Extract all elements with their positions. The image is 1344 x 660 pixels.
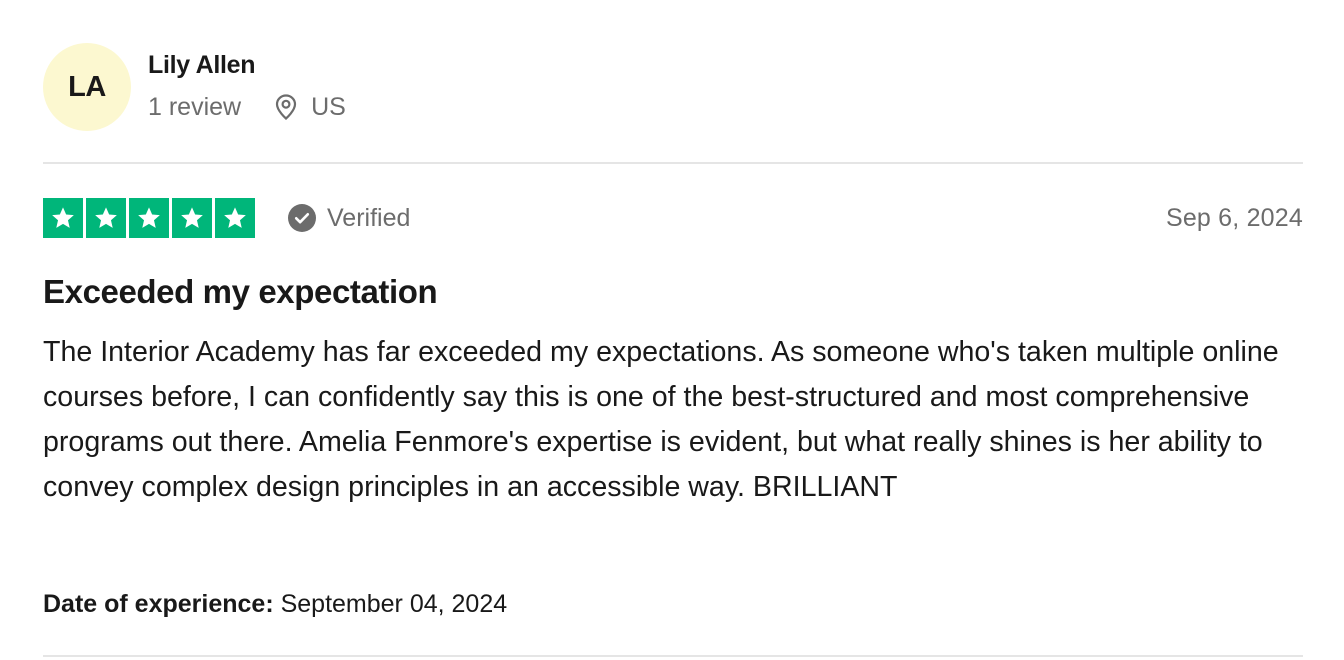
consumer-meta: 1 review US [148, 92, 346, 122]
consumer-name[interactable]: Lily Allen [148, 50, 346, 80]
review-title[interactable]: Exceeded my expectation [43, 272, 438, 312]
star-icon [43, 198, 83, 238]
star-icon [129, 198, 169, 238]
star-icon [172, 198, 212, 238]
review-date: Sep 6, 2024 [1165, 203, 1303, 232]
date-of-experience: Date of experience: September 04, 2024 [43, 588, 507, 620]
consumer-location: US [273, 92, 346, 122]
consumer-header: LA Lily Allen 1 review US [43, 43, 346, 131]
review-count: 1 review [148, 92, 242, 121]
avatar[interactable]: LA [43, 43, 131, 131]
location-label: US [311, 92, 346, 121]
star-icon [215, 198, 255, 238]
consumer-info: Lily Allen 1 review US [148, 43, 346, 131]
divider [43, 162, 1303, 164]
experience-date: September 04, 2024 [280, 590, 508, 618]
divider [43, 655, 1303, 657]
rating-row: Verified Sep 6, 2024 [43, 198, 1303, 238]
experience-label: Date of experience: [43, 590, 274, 618]
avatar-initials: LA [68, 70, 106, 103]
verified-badge[interactable]: Verified [288, 204, 410, 233]
review-text: The Interior Academy has far exceeded my… [43, 336, 1279, 503]
review-card: LA Lily Allen 1 review US Verified Sep 6… [43, 0, 1303, 660]
verified-label: Verified [327, 203, 411, 232]
star-icon [86, 198, 126, 238]
check-circle-icon [288, 204, 316, 232]
star-rating [43, 198, 255, 238]
location-pin-icon [275, 93, 297, 120]
